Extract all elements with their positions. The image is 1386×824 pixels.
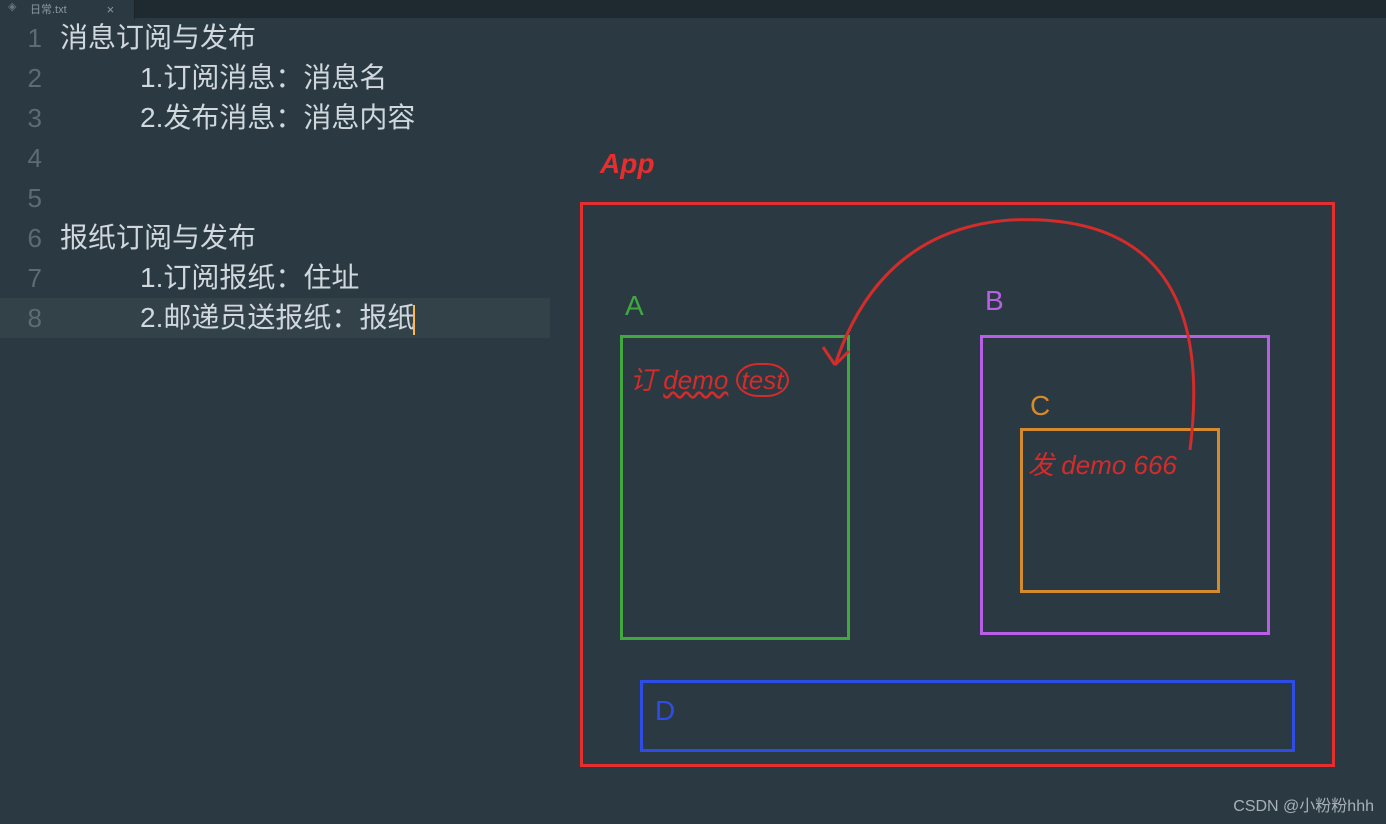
line-number: 3 [0, 98, 42, 138]
code-line: 1.订阅消息：消息名 [60, 58, 1386, 98]
editor-tab[interactable]: ◈ 日常.txt × [0, 0, 135, 19]
handwriting-publish: 发 demo 666 [1028, 445, 1177, 482]
hand-text: demo 666 [1061, 450, 1177, 480]
box-a-label: A [625, 290, 644, 322]
text-cursor [413, 305, 415, 335]
line-number: 2 [0, 58, 42, 98]
hand-demo: demo [663, 365, 728, 395]
handwriting-subscribe: 订 demo test [630, 360, 789, 397]
box-c-label: C [1030, 390, 1050, 422]
box-d-label: D [655, 695, 675, 727]
line-number: 8 [0, 298, 42, 338]
line-number-gutter: 1 2 3 4 5 6 7 8 [0, 18, 60, 338]
code-text: 2.邮递员送报纸：报纸 [140, 302, 415, 333]
box-b-label: B [985, 285, 1004, 317]
hand-char: 发 [1028, 450, 1054, 480]
code-line: 2.发布消息：消息内容 [60, 98, 1386, 138]
annotation-diagram: App A B C D 订 demo test 发 demo 666 [580, 150, 1340, 780]
line-number: 4 [0, 138, 42, 178]
close-icon[interactable]: × [107, 2, 115, 17]
app-label: App [600, 148, 654, 180]
watermark: CSDN @小粉粉hhh [1233, 792, 1374, 816]
line-number: 7 [0, 258, 42, 298]
hand-test: test [736, 363, 790, 397]
line-number: 1 [0, 18, 42, 58]
tab-bar: ◈ 日常.txt × [0, 0, 1386, 18]
line-number: 5 [0, 178, 42, 218]
hand-char: 订 [630, 365, 656, 395]
tab-filename: 日常.txt [30, 1, 67, 17]
code-line: 消息订阅与发布 [60, 18, 1386, 58]
box-d [640, 680, 1295, 752]
line-number: 6 [0, 218, 42, 258]
file-icon: ◈ [8, 0, 22, 14]
